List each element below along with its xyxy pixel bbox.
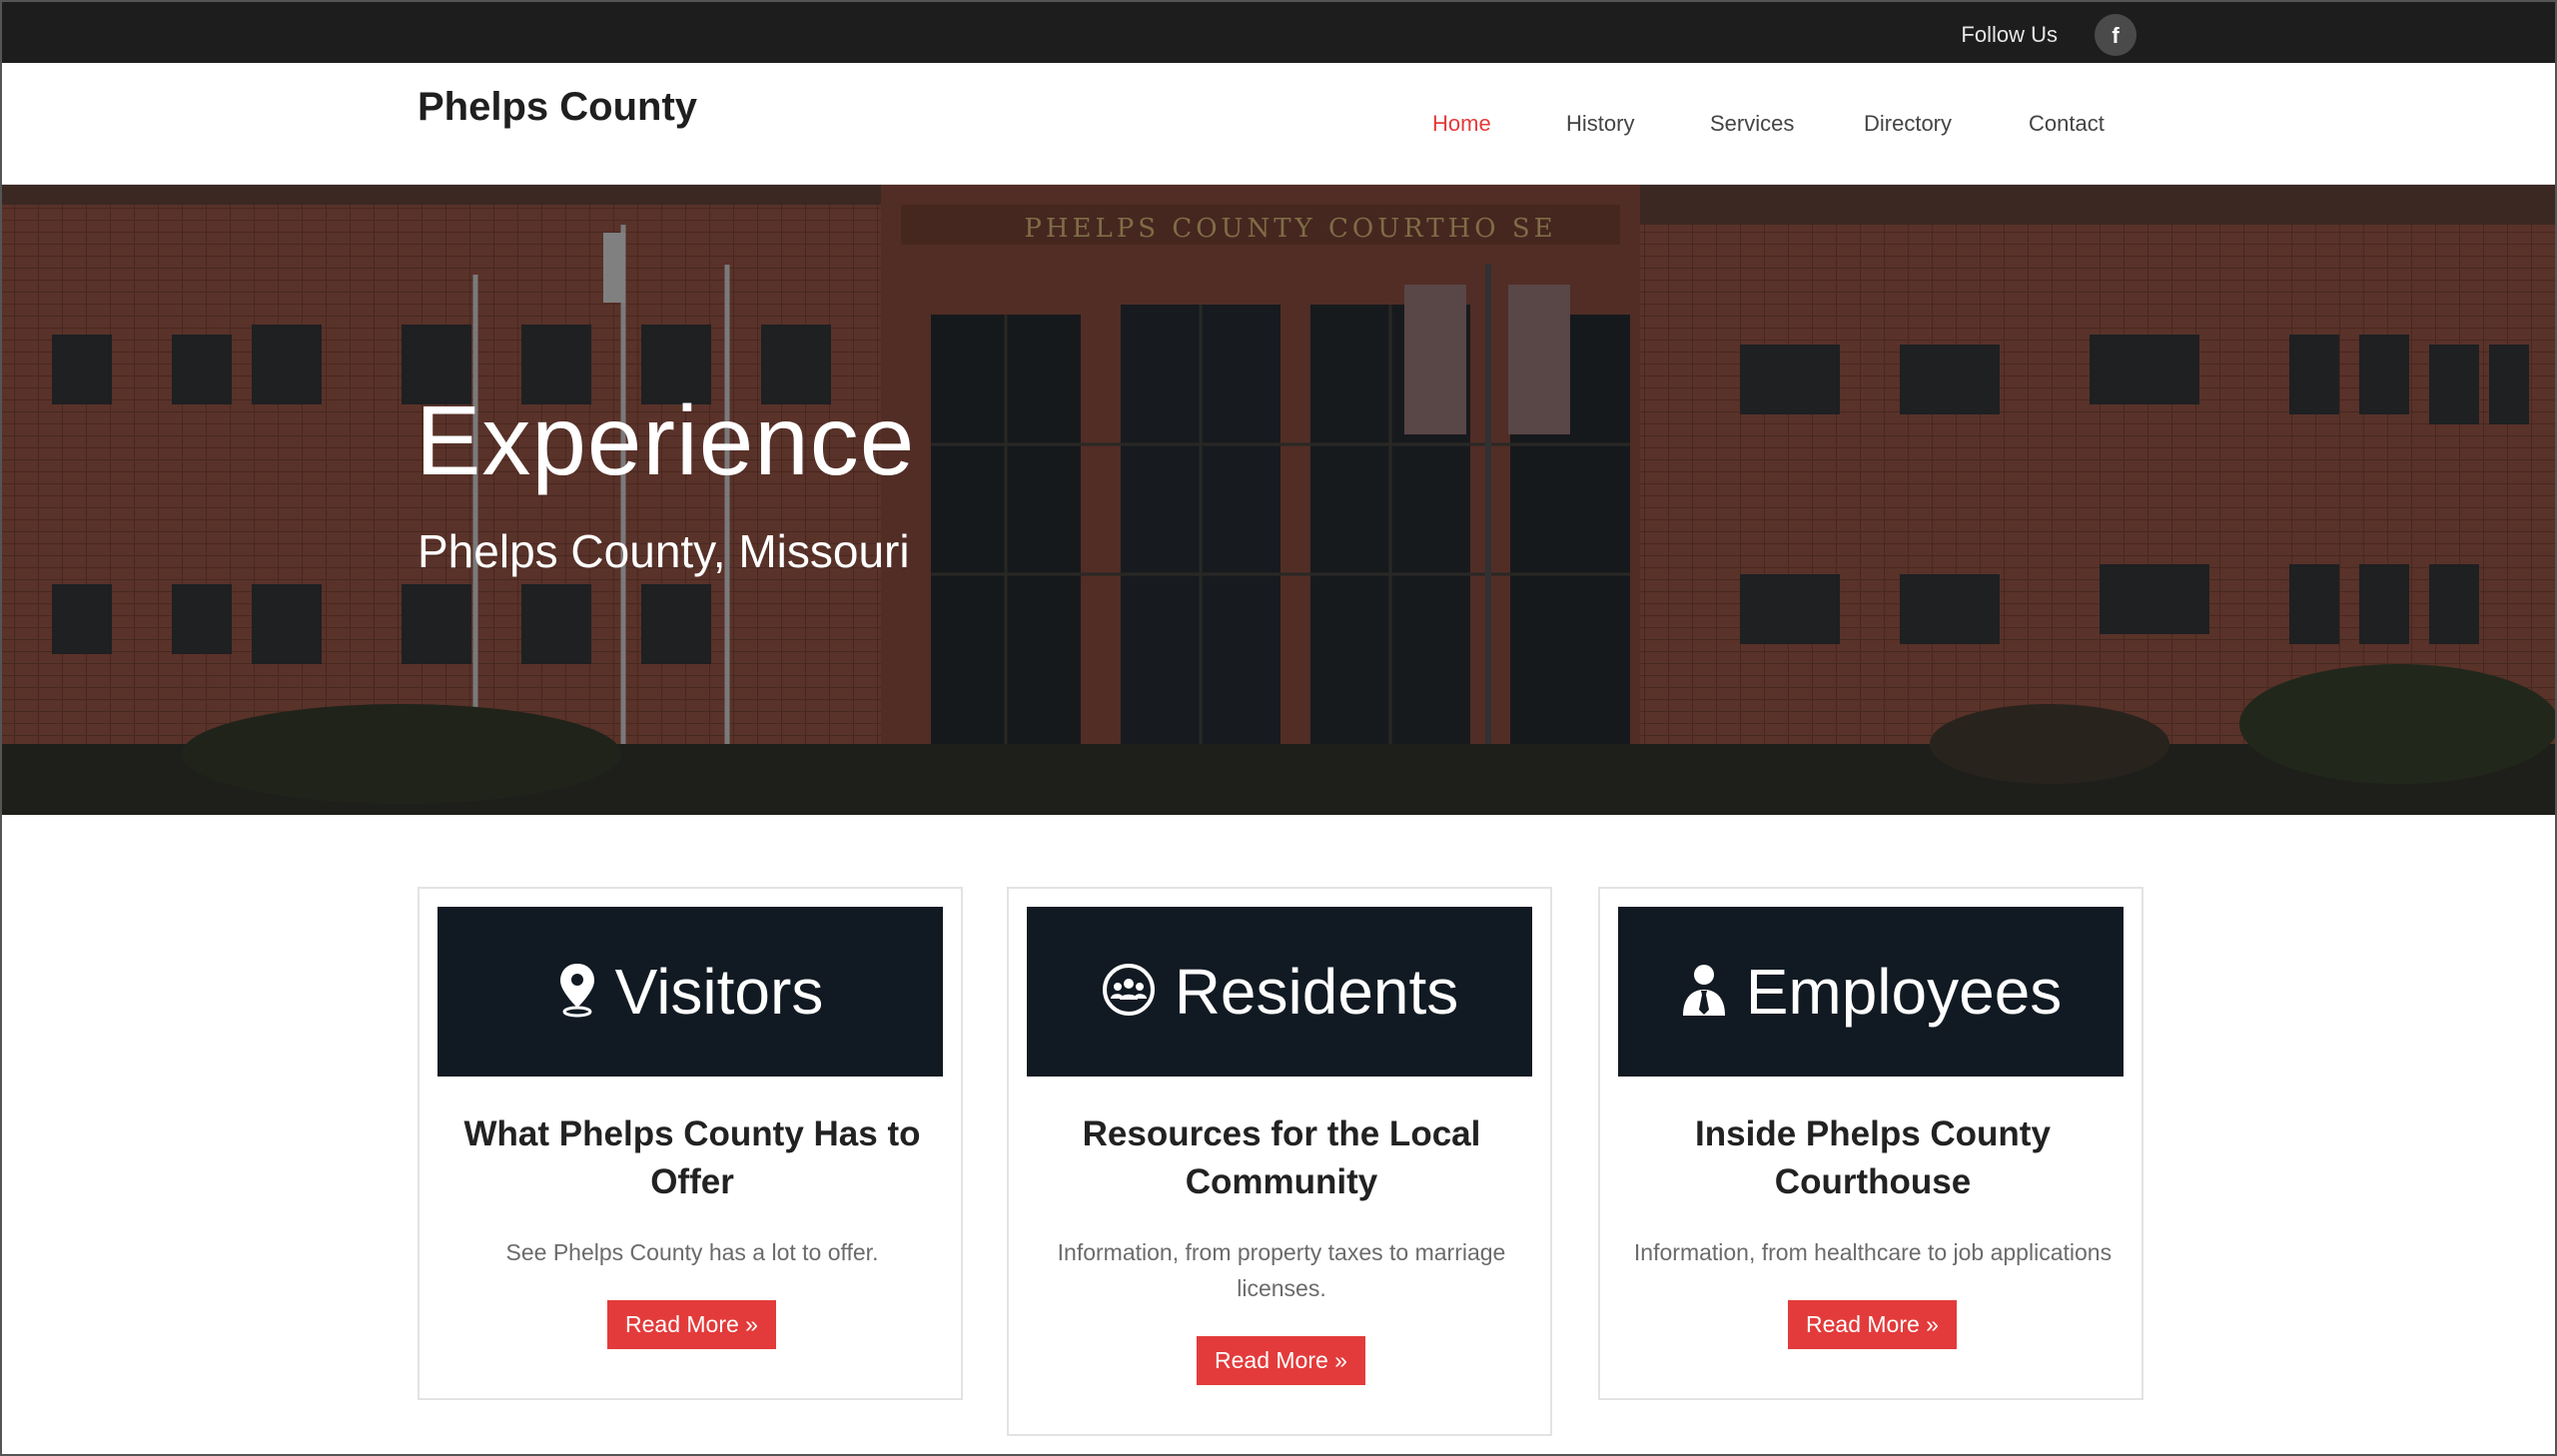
nav-directory[interactable]: Directory [1864,111,1952,137]
nav-home[interactable]: Home [1432,111,1491,137]
hero-title: Experience [416,385,916,495]
site-header: Phelps County Home History Services Dire… [2,63,2555,185]
nav-history[interactable]: History [1566,111,1634,137]
hero-subtitle: Phelps County, Missouri [418,525,910,577]
employees-banner[interactable]: Employees [1618,907,2124,1077]
employees-text: Information, from healthcare to job appl… [1633,1239,2113,1265]
card-employees: Employees Inside Phelps County Courthous… [1598,887,2143,1400]
visitors-banner-label: Visitors [614,956,824,1028]
residents-heading: Resources for the Local Community [1082,1114,1481,1201]
top-bar: Follow Us f [2,2,2555,63]
employees-read-more-button[interactable]: Read More » [1788,1300,1957,1349]
residents-banner-label: Residents [1174,956,1459,1028]
nav-contact[interactable]: Contact [2029,111,2105,137]
visitors-text: See Phelps County has a lot to offer. [505,1239,879,1265]
visitors-read-more-button[interactable]: Read More » [607,1300,776,1349]
card-visitors: Visitors What Phelps County Has to Offer… [418,887,963,1400]
residents-banner[interactable]: Residents [1027,907,1532,1077]
group-icon [1101,962,1157,1023]
visitors-banner[interactable]: Visitors [437,907,943,1077]
residents-text: Information, from property taxes to marr… [1057,1239,1506,1301]
employees-banner-label: Employees [1745,956,2063,1028]
nav-services[interactable]: Services [1710,111,1794,137]
card-residents: Residents Resources for the Local Commun… [1007,887,1552,1436]
residents-read-more-button[interactable]: Read More » [1197,1336,1365,1385]
visitors-heading: What Phelps County Has to Offer [463,1114,921,1201]
facebook-icon[interactable]: f [2095,14,2136,56]
page: Follow Us f Phelps County Home History S… [0,0,2557,1456]
employee-icon [1680,962,1728,1023]
site-title[interactable]: Phelps County [418,85,697,130]
follow-us-label: Follow Us [1961,22,2058,47]
hero-banner: PHELPS COUNTY COURTHO SE Experience Phel… [2,185,2555,815]
map-pin-icon [557,962,597,1023]
hero-overlay [2,185,2555,815]
employees-heading: Inside Phelps County Courthouse [1695,1114,2051,1201]
